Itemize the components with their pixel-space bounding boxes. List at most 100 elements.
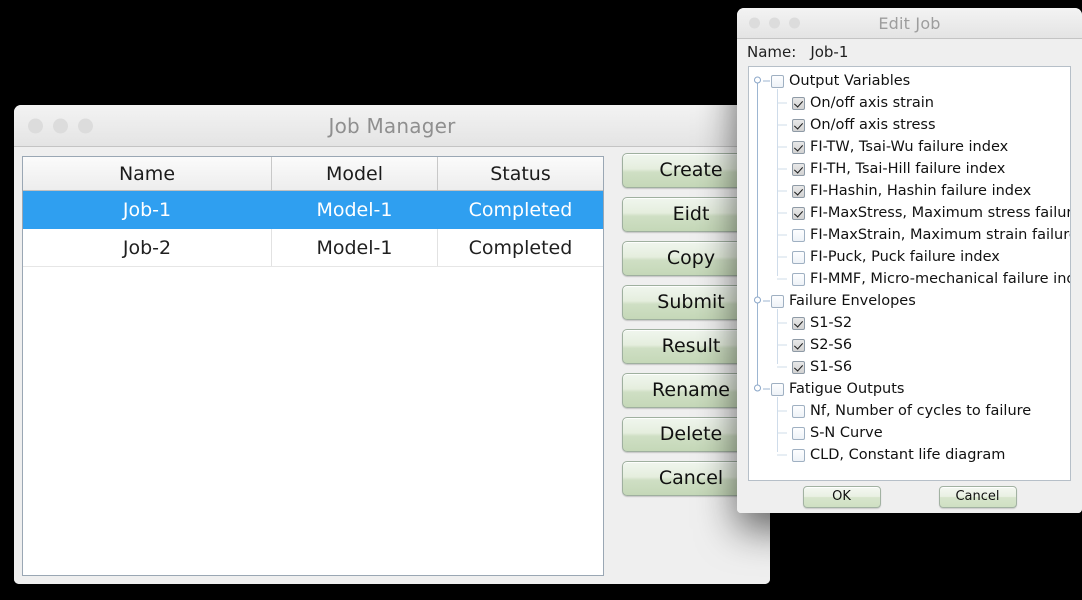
job-manager-body: Name Model Status Job-1 Model-1 Complete… [14,147,770,584]
job-name-value[interactable]: Job-1 [810,43,848,61]
checkbox-unchecked[interactable] [792,449,805,462]
tree-item-row[interactable]: FI-Hashin, Hashin failure index [749,180,1070,202]
maximize-button-icon[interactable] [789,18,800,29]
tree-connector-line [777,191,787,192]
tree-item-row[interactable]: FI-MaxStrain, Maximum strain failure ind… [749,224,1070,246]
tree-item-label: FI-Puck, Puck failure index [810,249,1000,265]
tree-item-label: FI-MaxStrain, Maximum strain failure ind… [810,227,1071,243]
tree-item-label: FI-MaxStress, Maximum stress failure ind… [810,205,1071,221]
checkbox-checked[interactable] [792,97,805,110]
close-button-icon[interactable] [749,18,760,29]
checkbox-checked[interactable] [792,185,805,198]
table-row[interactable]: Job-1 Model-1 Completed [23,191,603,229]
checkbox-checked[interactable] [792,207,805,220]
edit-job-titlebar: Edit Job [737,8,1082,39]
jobs-table-header-row: Name Model Status [23,157,603,191]
tree-item-row[interactable]: FI-TW, Tsai-Wu failure index [749,136,1070,158]
dialog-window-controls [749,18,800,29]
checkbox-unchecked[interactable] [771,383,784,396]
output-options-tree-panel[interactable]: Output Variables On/off axis strain On/off… [748,66,1071,481]
tree-item-label: Fatigue Outputs [789,381,904,397]
tree-expand-handle-icon[interactable] [754,76,771,87]
tree-connector-line [777,257,787,258]
job-name-row: Name: Job-1 [737,39,1082,64]
checkbox-unchecked[interactable] [792,427,805,440]
checkbox-checked[interactable] [792,163,805,176]
tree-item-row[interactable]: S2-S6 [749,334,1070,356]
minimize-button-icon[interactable] [53,118,68,133]
cell-job-name[interactable]: Job-2 [23,229,271,267]
tree-connector-line [777,147,787,148]
tree-item-row[interactable]: CLD, Constant life diagram [749,444,1070,466]
jobs-table-container: Name Model Status Job-1 Model-1 Complete… [22,156,604,576]
checkbox-unchecked[interactable] [792,251,805,264]
jobs-table-body: Job-1 Model-1 Completed Job-2 Model-1 Co… [23,191,603,267]
minimize-button-icon[interactable] [769,18,780,29]
checkbox-checked[interactable] [792,141,805,154]
checkbox-checked[interactable] [792,361,805,374]
tree-connector-line [777,125,787,126]
tree-item-row[interactable]: On/off axis strain [749,92,1070,114]
tree-group-row[interactable]: Fatigue Outputs [749,378,1070,400]
cell-job-model[interactable]: Model-1 [271,229,437,267]
tree-item-label: On/off axis stress [810,117,936,133]
job-manager-titlebar: Job Manager [14,105,770,147]
checkbox-unchecked[interactable] [792,273,805,286]
tree-item-row[interactable]: S-N Curve [749,422,1070,444]
tree-expand-handle-icon[interactable] [754,384,771,395]
tree-item-label: S-N Curve [810,425,883,441]
tree-item-row[interactable]: S1-S6 [749,356,1070,378]
tree-item-row[interactable]: On/off axis stress [749,114,1070,136]
tree-item-label: FI-Hashin, Hashin failure index [810,183,1031,199]
output-options-tree: Output Variables On/off axis strain On/off… [749,67,1070,466]
edit-job-dialog: Edit Job Name: Job-1 Output Variables On/… [737,8,1082,513]
checkbox-unchecked[interactable] [771,295,784,308]
checkbox-checked[interactable] [792,339,805,352]
cell-job-status[interactable]: Completed [437,191,603,229]
cell-job-model[interactable]: Model-1 [271,191,437,229]
desktop-background: Job Manager Name Model Status Job-1 [0,0,1082,600]
tree-item-row[interactable]: FI-MMF, Micro-mechanical failure index [749,268,1070,290]
tree-item-row[interactable]: Nf, Number of cycles to failure [749,400,1070,422]
tree-connector-line [777,235,787,236]
tree-item-label: FI-MMF, Micro-mechanical failure index [810,271,1071,287]
tree-item-row[interactable]: FI-MaxStress, Maximum stress failure ind… [749,202,1070,224]
tree-item-row[interactable]: S1-S2 [749,312,1070,334]
column-header-status[interactable]: Status [437,157,603,191]
tree-connector-line [777,411,787,412]
checkbox-unchecked[interactable] [792,405,805,418]
tree-item-label: S1-S2 [810,315,852,331]
tree-item-label: On/off axis strain [810,95,934,111]
tree-connector-line [777,455,787,456]
checkbox-checked[interactable] [792,317,805,330]
dialog-footer: OK Cancel [737,481,1082,513]
tree-item-label: Nf, Number of cycles to failure [810,403,1031,419]
close-button-icon[interactable] [28,118,43,133]
tree-connector-line [777,169,787,170]
tree-connector-line [777,103,787,104]
tree-connector-line [777,345,787,346]
job-manager-title: Job Manager [14,114,770,138]
tree-item-row[interactable]: FI-TH, Tsai-Hill failure index [749,158,1070,180]
maximize-button-icon[interactable] [78,118,93,133]
tree-group-row[interactable]: Failure Envelopes [749,290,1070,312]
ok-button[interactable]: OK [803,486,881,508]
checkbox-unchecked[interactable] [771,75,784,88]
tree-item-row[interactable]: FI-Puck, Puck failure index [749,246,1070,268]
cell-job-name[interactable]: Job-1 [23,191,271,229]
dialog-cancel-button[interactable]: Cancel [939,486,1017,508]
jobs-table: Name Model Status Job-1 Model-1 Complete… [23,157,603,267]
window-controls [28,118,93,133]
tree-item-label: S2-S6 [810,337,852,353]
table-row[interactable]: Job-2 Model-1 Completed [23,229,603,267]
tree-group-row[interactable]: Output Variables [749,70,1070,92]
tree-item-label: FI-TW, Tsai-Wu failure index [810,139,1008,155]
column-header-model[interactable]: Model [271,157,437,191]
cell-job-status[interactable]: Completed [437,229,603,267]
tree-connector-line [777,433,787,434]
tree-item-label: Failure Envelopes [789,293,916,309]
checkbox-unchecked[interactable] [792,229,805,242]
tree-expand-handle-icon[interactable] [754,296,771,307]
column-header-name[interactable]: Name [23,157,271,191]
checkbox-checked[interactable] [792,119,805,132]
